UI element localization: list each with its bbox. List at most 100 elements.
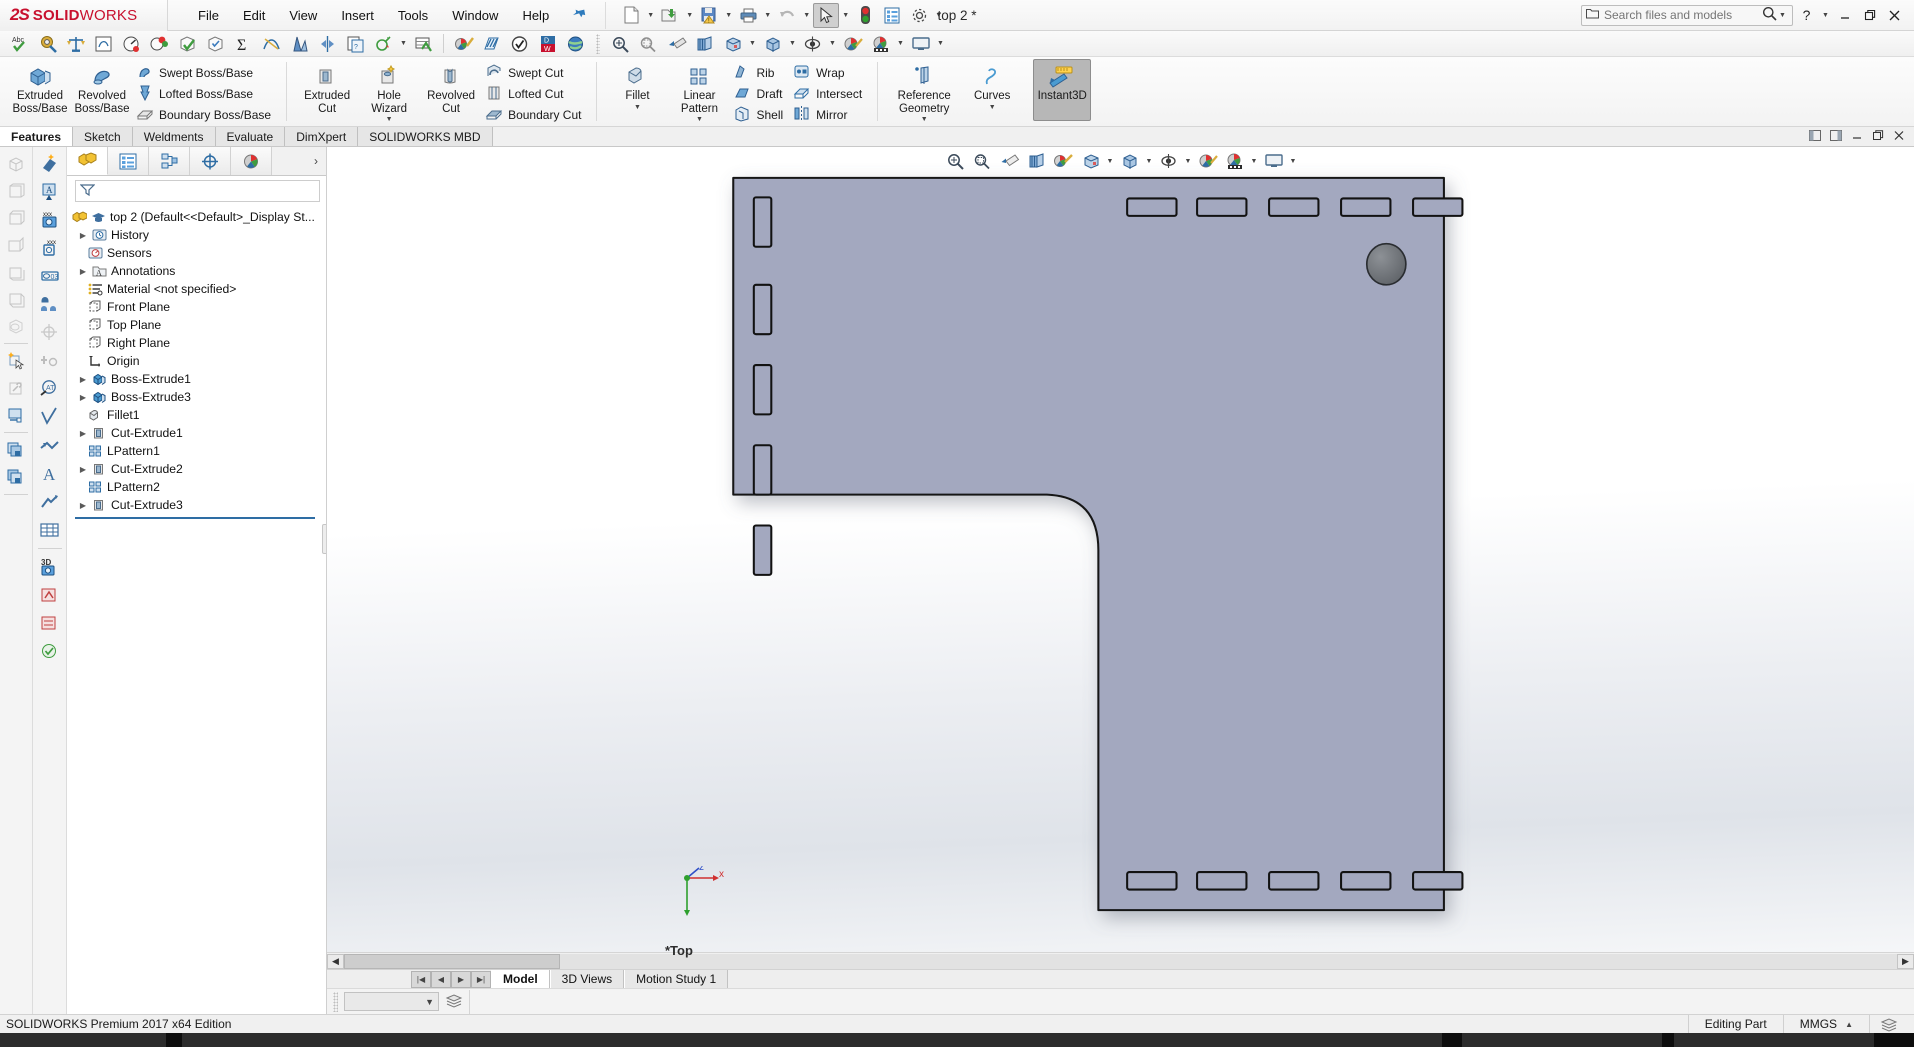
view-isometric-ghost-icon[interactable]	[2, 151, 30, 177]
tab-solidworks-mbd[interactable]: SOLIDWORKS MBD	[358, 127, 493, 146]
restore-doc-icon[interactable]	[1869, 129, 1887, 144]
revolved-cut-button[interactable]: Revolved Cut	[420, 59, 482, 116]
swept-cut-button[interactable]: Swept Cut	[482, 62, 587, 83]
chevron-up-icon[interactable]: ▲	[1845, 1020, 1853, 1029]
property-manager-tab[interactable]	[108, 147, 149, 175]
check-box-green-icon[interactable]	[174, 32, 201, 56]
minimize-window-button[interactable]	[1833, 4, 1856, 26]
fillet-caret[interactable]: ▼	[634, 104, 641, 111]
wrap-button[interactable]: Wrap	[789, 62, 868, 83]
magnetic-line-icon[interactable]: AT	[36, 375, 64, 401]
curves-caret[interactable]: ▼	[989, 104, 996, 111]
view-orientation-icon[interactable]	[719, 32, 746, 56]
new-document-button[interactable]	[618, 3, 644, 28]
graphics-horizontal-scrollbar[interactable]: ◀ ▶	[327, 952, 1914, 969]
boundary-cut-button[interactable]: Boundary Cut	[482, 104, 587, 125]
extruded-boss-base-button[interactable]: Extruded Boss/Base	[9, 59, 71, 116]
new-document-caret[interactable]: ▼	[645, 12, 656, 19]
open-document-button[interactable]	[657, 3, 683, 28]
instant3d-button[interactable]: Instant3D	[1033, 59, 1092, 121]
reference-geometry-button[interactable]: Reference Geometry ▼	[887, 59, 961, 124]
measure-icon[interactable]	[34, 32, 61, 56]
search-box[interactable]: ▼	[1581, 4, 1793, 26]
chevron-down-icon[interactable]: ▼	[425, 997, 434, 1007]
shell-button[interactable]: Shell	[730, 104, 789, 125]
viewport-caret[interactable]: ▼	[935, 40, 946, 47]
print-document-button[interactable]	[735, 3, 761, 28]
chevron-right-icon[interactable]: ▶	[78, 231, 88, 240]
rib-button[interactable]: Rib	[730, 62, 789, 83]
linear-pattern-caret[interactable]: ▼	[696, 116, 703, 123]
configuration-combo[interactable]: ▼	[344, 992, 439, 1011]
status-units[interactable]: MMGS ▲	[1782, 1014, 1869, 1034]
undo-caret[interactable]: ▼	[801, 12, 812, 19]
lofted-cut-button[interactable]: Lofted Cut	[482, 83, 587, 104]
menu-item-window[interactable]: Window	[440, 3, 510, 28]
layers-back-icon[interactable]	[2, 464, 30, 490]
tab-features[interactable]: Features	[0, 127, 74, 146]
restore-window-button[interactable]	[1858, 4, 1881, 26]
center-mark-icon[interactable]	[36, 319, 64, 345]
display-manager-tab[interactable]	[231, 147, 272, 175]
scroll-thumb[interactable]	[344, 953, 560, 969]
chevron-right-icon[interactable]: ▶	[78, 501, 88, 510]
zoom-area-icon[interactable]	[635, 32, 662, 56]
chevron-right-icon[interactable]: ▶	[78, 375, 88, 384]
menu-item-insert[interactable]: Insert	[329, 3, 386, 28]
extruded-cut-button[interactable]: Extruded Cut	[296, 59, 358, 116]
mirror-button[interactable]: Mirror	[789, 104, 868, 125]
file-properties-button[interactable]	[879, 3, 905, 28]
tree-node-lpattern1[interactable]: LPattern1	[67, 442, 326, 460]
strip-grip[interactable]	[333, 991, 338, 1012]
note-a-icon[interactable]: A	[36, 179, 64, 205]
view-orientation-icon[interactable]	[1078, 149, 1104, 173]
view-trimetric-ghost-icon[interactable]	[2, 313, 30, 339]
tree-node-root[interactable]: top 2 (Default<<Default>_Display St...	[67, 208, 326, 226]
graphics-area[interactable]: ▼ ▼ ▼ ▼ ▼ x z *Top ◀ ▶ |◀ ◀ ▶ ▶| Model 3…	[327, 147, 1914, 1014]
undo-button[interactable]	[774, 3, 800, 28]
auto-balloon-icon[interactable]	[36, 291, 64, 317]
reference-geometry-caret[interactable]: ▼	[921, 116, 928, 123]
previous-view-icon[interactable]	[997, 149, 1023, 173]
open-document-caret[interactable]: ▼	[684, 12, 695, 19]
section-properties-icon[interactable]	[90, 32, 117, 56]
configuration-manager-tab[interactable]	[149, 147, 190, 175]
menu-item-tools[interactable]: Tools	[386, 3, 440, 28]
status-overlay-icon[interactable]	[1869, 1014, 1908, 1034]
help-button[interactable]: ?	[1795, 4, 1818, 26]
view-back-ghost-icon[interactable]	[2, 259, 30, 285]
lofted-boss-base-button[interactable]: Lofted Boss/Base	[133, 83, 277, 104]
display-style-caret[interactable]: ▼	[747, 40, 758, 47]
search-dropdown-caret[interactable]: ▼	[1777, 12, 1788, 19]
tree-node-cut-extrude3[interactable]: ▶ Cut-Extrude3	[67, 496, 326, 514]
zoom-fit-icon[interactable]	[943, 149, 969, 173]
sensor-caret[interactable]: ▼	[398, 40, 409, 47]
weld-symbol-icon[interactable]	[36, 431, 64, 457]
curves-button[interactable]: Curves ▼	[961, 59, 1023, 112]
chevron-right-icon[interactable]: ▶	[78, 465, 88, 474]
save-document-button[interactable]: !	[696, 3, 722, 28]
chevron-right-icon[interactable]: ▶	[78, 267, 88, 276]
view-settings-caret[interactable]: ▼	[895, 40, 906, 47]
cad-model[interactable]	[327, 147, 1914, 1014]
pushpin-icon[interactable]	[567, 4, 589, 27]
dimxpert-tol-icon[interactable]	[36, 610, 64, 636]
hide-show-items-caret[interactable]: ▼	[1183, 158, 1194, 165]
balloon-icon[interactable]: 03	[36, 263, 64, 289]
feature-manager-more-caret[interactable]: ›	[306, 147, 326, 175]
surface-finish-icon[interactable]	[36, 403, 64, 429]
first-tab-button[interactable]: |◀	[411, 970, 431, 988]
appearance-caret[interactable]: ▼	[827, 40, 838, 47]
swept-boss-base-button[interactable]: Swept Boss/Base	[133, 62, 277, 83]
cube-check-icon[interactable]	[202, 32, 229, 56]
tree-node-origin[interactable]: Origin	[67, 352, 326, 370]
tree-node-history[interactable]: ▶ History	[67, 226, 326, 244]
save-document-caret[interactable]: ▼	[723, 12, 734, 19]
tree-node-material[interactable]: Material <not specified>	[67, 280, 326, 298]
zebra-stripes-icon[interactable]	[478, 32, 505, 56]
symmetry-check-icon[interactable]	[314, 32, 341, 56]
dw-word-icon[interactable]: DW	[534, 32, 561, 56]
section-view-icon[interactable]	[1024, 149, 1050, 173]
last-tab-button[interactable]: ▶|	[471, 970, 491, 988]
tree-node-cut-extrude2[interactable]: ▶ Cut-Extrude2	[67, 460, 326, 478]
